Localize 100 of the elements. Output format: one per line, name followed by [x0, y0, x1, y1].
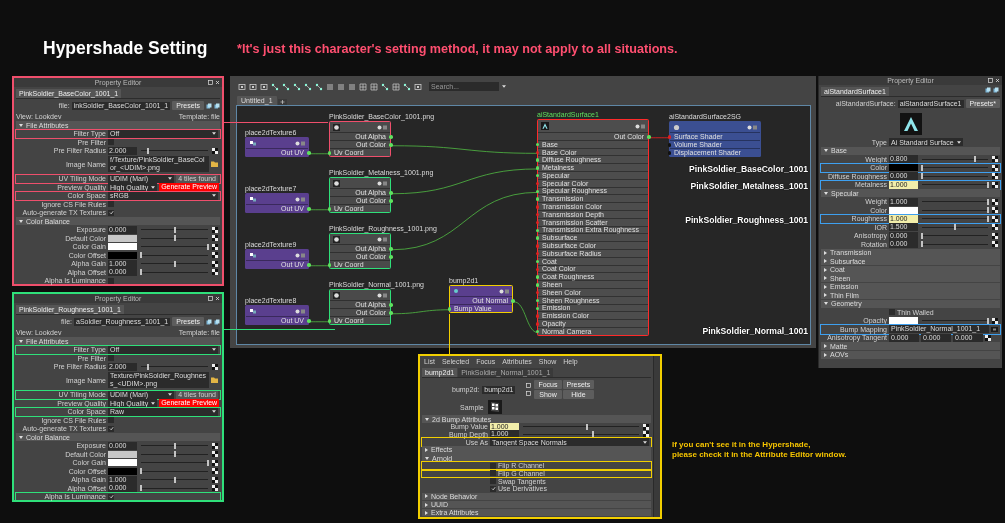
port-dot[interactable] [535, 158, 539, 162]
scrollbar[interactable] [653, 356, 660, 517]
port-dot[interactable] [389, 199, 393, 203]
graph-icon[interactable] [293, 82, 301, 91]
node-controls-icon[interactable] [295, 196, 305, 202]
grid-icon[interactable] [370, 82, 378, 91]
port-dot[interactable] [307, 207, 311, 211]
port-dot[interactable] [535, 283, 539, 287]
list-icon[interactable] [337, 82, 345, 91]
folder-icon[interactable] [211, 377, 218, 383]
close-icon[interactable] [215, 296, 220, 301]
port-dot[interactable] [535, 174, 539, 178]
node-controls-icon[interactable] [295, 308, 305, 314]
frame-icon[interactable] [249, 82, 257, 91]
port-dot[interactable] [447, 307, 451, 311]
port-dot[interactable] [535, 166, 539, 170]
port-dot[interactable] [511, 299, 515, 303]
graph-icon[interactable] [381, 82, 389, 91]
grid-icon[interactable] [392, 82, 400, 91]
checkbox[interactable] [889, 309, 895, 316]
port-dot[interactable] [327, 263, 331, 267]
slider-thumb[interactable] [146, 363, 149, 370]
checker-icon[interactable] [212, 363, 218, 370]
port-dot[interactable] [307, 263, 311, 267]
port-dot[interactable] [535, 197, 539, 201]
node-controls-icon[interactable] [377, 124, 387, 130]
graph-icon[interactable] [315, 82, 323, 91]
slider-thumb[interactable] [173, 235, 176, 242]
close-icon[interactable] [995, 78, 1000, 83]
slider-thumb[interactable] [585, 423, 588, 430]
port-dot[interactable] [327, 151, 331, 155]
port-dot[interactable] [389, 143, 393, 147]
copy-icon[interactable] [206, 318, 212, 325]
checkbox[interactable] [108, 417, 114, 424]
port-dot[interactable] [389, 255, 393, 259]
port-dot[interactable] [535, 275, 539, 279]
port-dot[interactable] [535, 220, 539, 225]
port-dot[interactable] [389, 303, 393, 307]
slider-thumb[interactable] [173, 226, 176, 233]
graph-icon[interactable] [271, 82, 279, 91]
color-swatch[interactable] [108, 467, 137, 475]
map-icon[interactable] [991, 326, 998, 332]
port-dot[interactable] [389, 135, 393, 139]
color-swatch[interactable] [108, 459, 137, 467]
list-icon[interactable] [348, 82, 356, 91]
graph-icon[interactable] [403, 82, 411, 91]
port-dot[interactable] [535, 251, 539, 256]
copy-icon[interactable] [985, 87, 991, 93]
color-swatch[interactable] [108, 450, 137, 458]
port-dot[interactable] [535, 205, 539, 209]
checkbox[interactable] [108, 493, 114, 500]
copy-icon[interactable] [214, 102, 220, 109]
checkbox[interactable] [108, 425, 114, 432]
color-swatch[interactable] [889, 317, 918, 325]
color-swatch[interactable] [108, 234, 137, 242]
port-dot[interactable] [535, 267, 539, 272]
node-controls-icon[interactable] [377, 292, 387, 298]
slider-thumb[interactable] [173, 260, 176, 267]
checker-icon[interactable] [985, 334, 991, 341]
slider-thumb[interactable] [591, 431, 594, 438]
port-dot[interactable] [535, 189, 539, 194]
port-dot[interactable] [535, 244, 539, 248]
plus-icon[interactable] [277, 99, 287, 105]
copy-icon[interactable] [993, 87, 999, 93]
checkbox[interactable] [490, 462, 496, 469]
slider-thumb[interactable] [973, 156, 976, 163]
checkbox[interactable] [490, 478, 496, 485]
port-dot[interactable] [535, 290, 539, 295]
slider-thumb[interactable] [173, 442, 176, 449]
node-controls-icon[interactable] [635, 123, 645, 129]
slider-thumb[interactable] [146, 147, 149, 154]
checkbox[interactable] [108, 209, 114, 216]
close-icon[interactable] [215, 80, 220, 85]
port-dot[interactable] [535, 306, 539, 311]
port-dot[interactable] [327, 319, 331, 323]
frame-icon[interactable] [238, 82, 246, 91]
checkbox[interactable] [490, 485, 496, 492]
checker-icon[interactable] [992, 317, 998, 324]
port-dot[interactable] [535, 314, 539, 318]
slider-thumb[interactable] [173, 476, 176, 483]
port-dot[interactable] [307, 319, 311, 323]
port-dot[interactable] [535, 150, 539, 155]
port-dot[interactable] [389, 247, 393, 251]
port-dot[interactable] [535, 298, 539, 303]
graph-icon[interactable] [304, 82, 312, 91]
checkbox[interactable] [108, 277, 114, 284]
node-controls-icon[interactable] [499, 288, 509, 294]
port-dot[interactable] [535, 228, 539, 233]
port-dot[interactable] [535, 322, 539, 326]
copy-icon[interactable] [206, 102, 212, 109]
port-dot[interactable] [667, 135, 671, 139]
port-dot[interactable] [307, 151, 311, 155]
node-controls-icon[interactable] [377, 236, 387, 242]
color-swatch[interactable] [108, 243, 137, 251]
checkbox[interactable] [108, 201, 114, 208]
frame-icon[interactable] [260, 82, 268, 91]
node-controls-icon[interactable] [295, 252, 305, 258]
checkbox[interactable] [108, 355, 114, 362]
color-swatch[interactable] [889, 164, 918, 172]
frame-icon[interactable] [414, 82, 422, 91]
